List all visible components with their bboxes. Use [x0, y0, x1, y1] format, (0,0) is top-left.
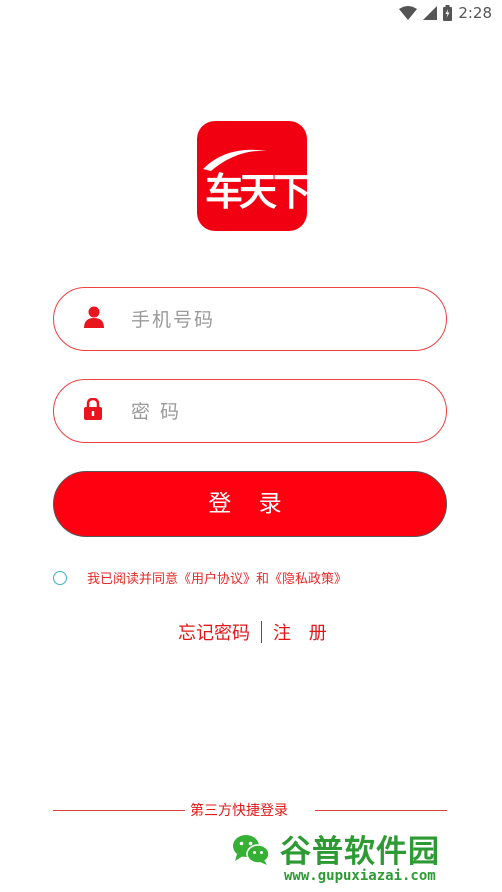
link-divider — [261, 621, 262, 643]
lock-icon — [84, 397, 102, 424]
phone-input[interactable] — [129, 296, 433, 344]
status-time: 2:28 — [458, 4, 492, 22]
account-links: 忘记密码 注 册 — [178, 619, 333, 645]
wifi-icon — [399, 6, 418, 20]
status-bar: 2:28 — [0, 0, 502, 28]
phone-field[interactable] — [53, 287, 447, 351]
login-button[interactable]: 登 录 — [53, 471, 447, 537]
watermark-url: www.gupuxiazai.com — [284, 868, 436, 884]
forgot-password-link[interactable]: 忘记密码 — [178, 619, 250, 645]
battery-icon — [443, 5, 453, 21]
third-party-login-header: 第三方快捷登录 — [53, 800, 447, 822]
watermark-title: 谷普软件园 — [280, 834, 440, 870]
wechat-login-icon[interactable] — [232, 834, 270, 866]
user-icon — [84, 306, 104, 332]
watermark: 谷普软件园 www.gupuxiazai.com — [276, 826, 498, 890]
agreement-checkbox[interactable] — [53, 570, 67, 585]
divider-left — [53, 810, 185, 811]
register-link[interactable]: 注 册 — [273, 619, 333, 645]
password-field[interactable] — [53, 379, 447, 443]
status-icons: 2:28 — [399, 4, 492, 22]
agreement-text[interactable]: 我已阅读并同意《用户协议》和《隐私政策》 — [87, 568, 347, 587]
divider-right — [315, 810, 447, 811]
signal-icon — [423, 6, 438, 20]
agreement-row: 我已阅读并同意《用户协议》和《隐私政策》 — [53, 568, 347, 587]
logo-text: 车天下 — [205, 169, 307, 214]
password-input[interactable] — [129, 388, 433, 436]
app-logo: 车天下 — [197, 121, 307, 231]
third-party-title: 第三方快捷登录 — [190, 803, 288, 819]
